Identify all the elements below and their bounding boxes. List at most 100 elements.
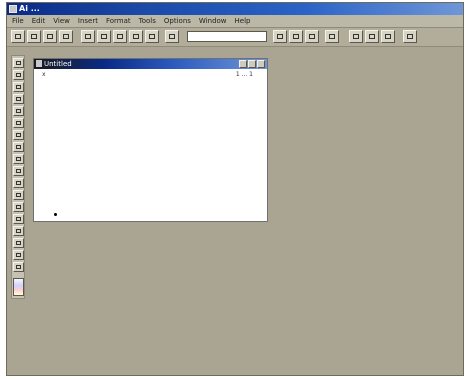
eyedropper-icon — [16, 193, 21, 197]
ruler-left-label: x — [42, 71, 46, 78]
menu-help[interactable]: Help — [234, 15, 252, 27]
copy-button[interactable] — [97, 30, 111, 43]
copy-icon — [101, 34, 107, 39]
menu-window[interactable]: Window — [198, 15, 228, 27]
curve-icon — [16, 145, 21, 149]
document-window: Untitled x 1 ... 1 — [33, 58, 268, 222]
tool-stamp[interactable] — [13, 226, 24, 236]
toolbar-input[interactable] — [187, 31, 267, 42]
polygon-icon — [16, 181, 21, 185]
print-button[interactable] — [59, 30, 73, 43]
warp-icon — [16, 253, 21, 257]
text-icon — [16, 85, 21, 89]
main-toolbar — [7, 28, 463, 47]
print-icon — [63, 34, 69, 39]
tool-brush[interactable] — [13, 94, 24, 104]
cut-icon — [85, 34, 91, 39]
menu-format[interactable]: Format — [105, 15, 132, 27]
doc-icon — [36, 60, 42, 67]
tool-pointer[interactable] — [13, 262, 24, 272]
tool-ellipse[interactable] — [13, 166, 24, 176]
tool-rect[interactable] — [13, 154, 24, 164]
align-right-icon — [309, 34, 315, 39]
tool-select[interactable] — [13, 58, 24, 68]
hand-icon — [16, 217, 21, 221]
help-button[interactable] — [403, 30, 417, 43]
shape-rect-button[interactable] — [349, 30, 363, 43]
new-button[interactable] — [11, 30, 25, 43]
menu-view[interactable]: View — [52, 15, 71, 27]
app-title: Ai ... — [19, 4, 40, 13]
cut-button[interactable] — [81, 30, 95, 43]
tool-palette — [11, 55, 25, 299]
align-right-button[interactable] — [305, 30, 319, 43]
shape-line-button[interactable] — [381, 30, 395, 43]
crop-icon — [16, 73, 21, 77]
redo-button[interactable] — [145, 30, 159, 43]
line-tool-icon — [16, 133, 21, 137]
fill-icon — [16, 121, 21, 125]
minimize-button[interactable] — [239, 60, 247, 68]
menu-insert[interactable]: Insert — [77, 15, 99, 27]
open-icon — [31, 34, 37, 39]
tool-fill[interactable] — [13, 118, 24, 128]
tool-eyedropper[interactable] — [13, 190, 24, 200]
tool-hand[interactable] — [13, 214, 24, 224]
pointer-icon — [16, 265, 21, 269]
align-left-button[interactable] — [273, 30, 287, 43]
menu-file[interactable]: File — [11, 15, 25, 27]
app-window: Ai ... File Edit View Insert Format Tool… — [6, 2, 464, 376]
color-palette[interactable] — [13, 278, 24, 296]
zoom-tool-icon — [16, 205, 21, 209]
grid-icon — [329, 34, 335, 39]
document-titlebar: Untitled — [34, 59, 267, 69]
paste-icon — [117, 34, 123, 39]
paste-button[interactable] — [113, 30, 127, 43]
app-icon — [9, 5, 17, 13]
tool-polygon[interactable] — [13, 178, 24, 188]
menu-edit[interactable]: Edit — [31, 15, 47, 27]
tool-text[interactable] — [13, 82, 24, 92]
rotate-icon — [16, 241, 21, 245]
help-icon — [407, 34, 413, 39]
align-center-icon — [293, 34, 299, 39]
ellipse-icon — [369, 34, 375, 39]
ruler-right-label: 1 ... 1 — [235, 71, 253, 78]
rect-icon — [353, 34, 359, 39]
stamp-icon — [16, 229, 21, 233]
close-button[interactable] — [257, 60, 265, 68]
maximize-button[interactable] — [248, 60, 256, 68]
zoom-button[interactable] — [165, 30, 179, 43]
menu-tools[interactable]: Tools — [138, 15, 157, 27]
eraser-icon — [16, 109, 21, 113]
undo-icon — [133, 34, 139, 39]
tool-crop[interactable] — [13, 70, 24, 80]
tool-curve[interactable] — [13, 142, 24, 152]
open-button[interactable] — [27, 30, 41, 43]
document-title: Untitled — [44, 60, 72, 68]
undo-button[interactable] — [129, 30, 143, 43]
save-button[interactable] — [43, 30, 57, 43]
line-icon — [385, 34, 391, 39]
tool-rotate[interactable] — [13, 238, 24, 248]
align-center-button[interactable] — [289, 30, 303, 43]
menu-bar: File Edit View Insert Format Tools Optio… — [7, 15, 463, 28]
grid-button[interactable] — [325, 30, 339, 43]
menu-options[interactable]: Options — [163, 15, 192, 27]
shape-ellipse-button[interactable] — [365, 30, 379, 43]
tool-warp[interactable] — [13, 250, 24, 260]
redo-icon — [149, 34, 155, 39]
rect-tool-icon — [16, 157, 21, 161]
ellipse-tool-icon — [16, 169, 21, 173]
new-icon — [15, 34, 21, 39]
align-left-icon — [277, 34, 283, 39]
brush-icon — [16, 97, 21, 101]
save-icon — [47, 34, 53, 39]
zoom-icon — [169, 34, 175, 39]
select-icon — [16, 61, 21, 65]
app-titlebar: Ai ... — [7, 3, 463, 15]
tool-line[interactable] — [13, 130, 24, 140]
canvas-dot — [54, 213, 57, 216]
tool-eraser[interactable] — [13, 106, 24, 116]
tool-zoom[interactable] — [13, 202, 24, 212]
